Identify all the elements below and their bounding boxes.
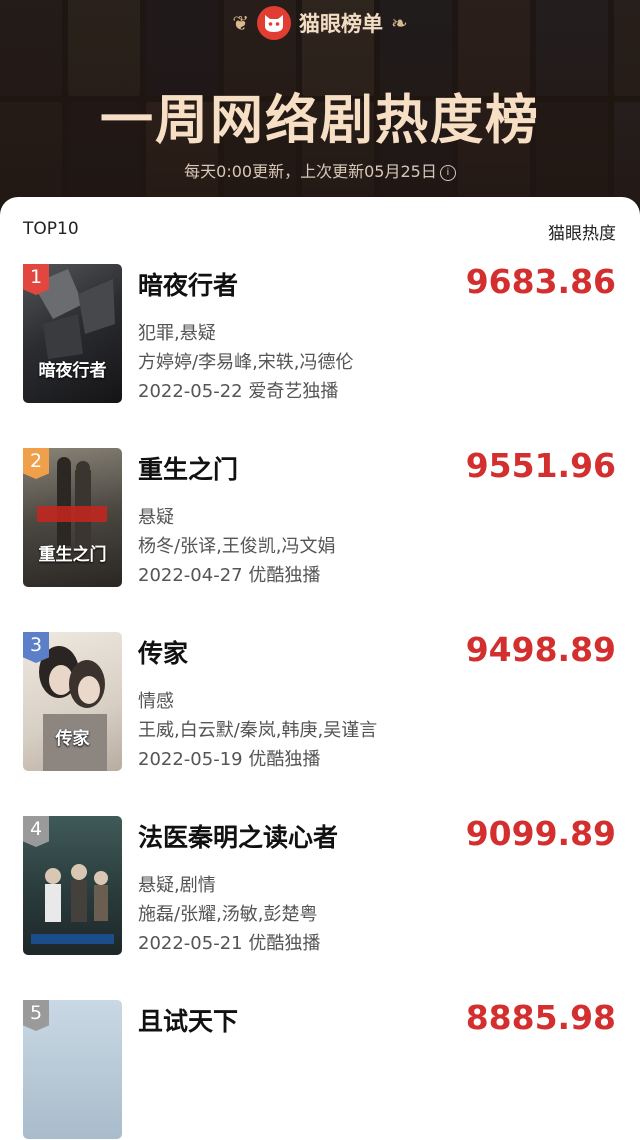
cast: 施磊/张耀,汤敏,彭楚粤 [138,904,318,925]
rank-badge: 4 [23,816,49,847]
list-item[interactable]: 4 法医秦明之读心者 悬疑,剧情 施磊/张耀,汤敏,彭楚粤 2022-05-21… [0,814,640,956]
rank-badge: 3 [23,632,49,663]
list-item[interactable]: 暗夜行者 1 暗夜行者 犯罪,悬疑 方婷婷/李易峰,宋轶,冯德伦 2022-05… [0,262,640,404]
genre: 悬疑 [138,507,174,528]
ranking-panel: TOP10 猫眼热度 暗夜行者 1 暗夜行者 犯罪,悬疑 方婷婷/李易峰,宋轶,… [0,197,640,1139]
release-info: 2022-05-19 优酷独播 [138,749,321,770]
heat-score: 8885.98 [465,998,616,1037]
list-item[interactable]: 重生之门 2 重生之门 悬疑 杨冬/张译,王俊凯,冯文娟 2022-04-27 … [0,446,640,588]
heat-score: 9683.86 [465,262,616,301]
release-info: 2022-05-22 爱奇艺独播 [138,381,339,402]
header-banner: ❦ 猫眼榜单 ❧ 一周网络剧热度榜 每天0:00更新，上次更新05月25日 i [0,0,640,215]
drama-title: 传家 [138,639,189,668]
cat-icon [257,6,291,40]
poster-title: 重生之门 [38,545,107,565]
update-text: 每天0:00更新，上次更新05月25日 [184,162,437,181]
laurel-right-icon: ❧ [391,11,408,35]
rank-badge: 1 [23,264,49,295]
cast: 方婷婷/李易峰,宋轶,冯德伦 [138,352,354,373]
update-note: 每天0:00更新，上次更新05月25日 i [0,158,640,182]
drama-title: 暗夜行者 [138,271,239,300]
metric-label: 猫眼热度 [548,224,616,244]
release-info: 2022-04-27 优酷独播 [138,565,321,586]
genre: 犯罪,悬疑 [138,323,216,344]
info-icon[interactable]: i [439,164,456,181]
genre: 悬疑,剧情 [138,875,216,896]
heat-score: 9099.89 [465,814,616,853]
heat-score: 9551.96 [465,446,616,485]
release-info: 2022-05-21 优酷独播 [138,933,321,954]
rank-badge: 5 [23,1000,49,1031]
drama-title: 且试天下 [138,1007,239,1036]
cast: 王威,白云默/秦岚,韩庚,吴谨言 [138,720,378,741]
list-item[interactable]: 传家 3 传家 情感 王威,白云默/秦岚,韩庚,吴谨言 2022-05-19 优… [0,630,640,772]
brand-name: 猫眼榜单 [299,12,383,36]
page-title: 一周网络剧热度榜 [100,90,540,151]
poster-title: 暗夜行者 [38,361,107,381]
genre: 情感 [138,691,174,712]
brand-row: ❦ 猫眼榜单 ❧ [0,6,640,40]
poster-title: 传家 [55,729,90,749]
drama-title: 法医秦明之读心者 [138,823,339,852]
drama-title: 重生之门 [138,455,239,484]
list-item[interactable]: 5 且试天下 8885.98 [0,998,640,1140]
rank-badge: 2 [23,448,49,479]
laurel-left-icon: ❦ [232,11,249,35]
cast: 杨冬/张译,王俊凯,冯文娟 [138,536,336,557]
heat-score: 9498.89 [465,630,616,669]
top-label: TOP10 [23,219,79,239]
